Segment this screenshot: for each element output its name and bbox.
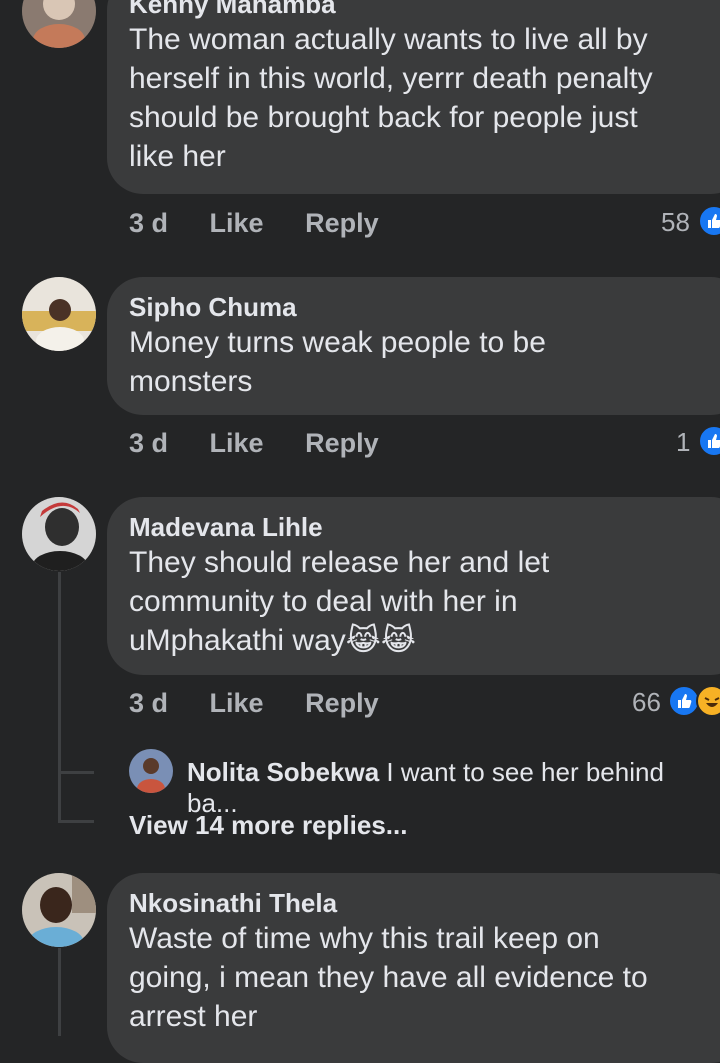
comment-text-line: should be brought back for people just: [129, 101, 638, 134]
comment-text-line: community to deal with her in: [129, 585, 518, 618]
avatar[interactable]: [22, 277, 96, 351]
avatar-image-icon: [22, 873, 96, 947]
comment-text-line: They should release her and let: [129, 546, 550, 579]
reply-button[interactable]: Reply: [305, 428, 379, 458]
comment-author[interactable]: Kenny Mahamba: [129, 0, 720, 20]
view-more-replies-link[interactable]: View 14 more replies...: [129, 810, 407, 841]
thread-branch: [58, 771, 94, 774]
comment-text-segment: uMphakathi way: [129, 624, 346, 657]
thread-line: [58, 572, 61, 822]
comment-bubble[interactable]: Nkosinathi Thela Waste of time why this …: [107, 873, 720, 1063]
comment-bubble[interactable]: Kenny Mahamba The woman actually wants t…: [107, 0, 720, 194]
reply-avatar[interactable]: [129, 749, 173, 793]
avatar-image-icon: [22, 277, 96, 351]
reaction-count[interactable]: 1: [676, 427, 690, 458]
comment-text-line: like her: [129, 140, 226, 173]
thread-line: [58, 948, 61, 1036]
avatar[interactable]: [22, 497, 96, 571]
comment-bubble[interactable]: Madevana Lihle They should release her a…: [107, 497, 720, 675]
reaction-count[interactable]: 58: [661, 207, 690, 238]
reaction-count[interactable]: 66: [632, 687, 661, 718]
comment-text-line: going, i mean they have all evidence to: [129, 961, 648, 994]
avatar-image-icon: [129, 749, 173, 793]
reply-button[interactable]: Reply: [305, 688, 379, 718]
comment-time: 3 d: [129, 688, 169, 718]
comment-bubble[interactable]: Sipho Chuma Money turns weak people to b…: [107, 277, 720, 415]
comment-text-line: herself in this world, yerrr death penal…: [129, 62, 653, 95]
avatar-image-icon: [22, 497, 96, 571]
comment-text-line: monsters: [129, 365, 253, 398]
comment-time: 3 d: [129, 428, 169, 458]
comment-text-line: The woman actually wants to live all by: [129, 23, 648, 56]
comment-actions: 3 d Like Reply: [129, 208, 413, 239]
like-reaction-icon: [698, 425, 720, 457]
comment-text-line: arrest her: [129, 1000, 258, 1033]
comment-author[interactable]: Nkosinathi Thela: [129, 887, 720, 919]
like-button[interactable]: Like: [210, 428, 264, 458]
comment-text-line: uMphakathi way😹😹: [129, 621, 720, 660]
reply-button[interactable]: Reply: [305, 208, 379, 238]
like-reaction-icon: [698, 205, 720, 237]
like-button[interactable]: Like: [210, 688, 264, 718]
avatar[interactable]: [22, 0, 96, 48]
comment-time: 3 d: [129, 208, 169, 238]
thread-branch: [58, 820, 94, 823]
comment-text-line: Waste of time why this trail keep on: [129, 922, 600, 955]
like-button[interactable]: Like: [210, 208, 264, 238]
avatar[interactable]: [22, 873, 96, 947]
reply-author[interactable]: Nolita Sobekwa: [187, 757, 379, 787]
haha-reaction-icon: [696, 685, 720, 717]
comment-actions: 3 d Like Reply: [129, 428, 413, 459]
comment-author[interactable]: Madevana Lihle: [129, 511, 720, 543]
comment-text-line: Money turns weak people to be: [129, 326, 546, 359]
avatar-image-icon: [22, 0, 96, 48]
comment-actions: 3 d Like Reply: [129, 688, 413, 719]
cat-tears-of-joy-emoji: 😹😹: [345, 624, 416, 657]
comment-author[interactable]: Sipho Chuma: [129, 291, 720, 323]
